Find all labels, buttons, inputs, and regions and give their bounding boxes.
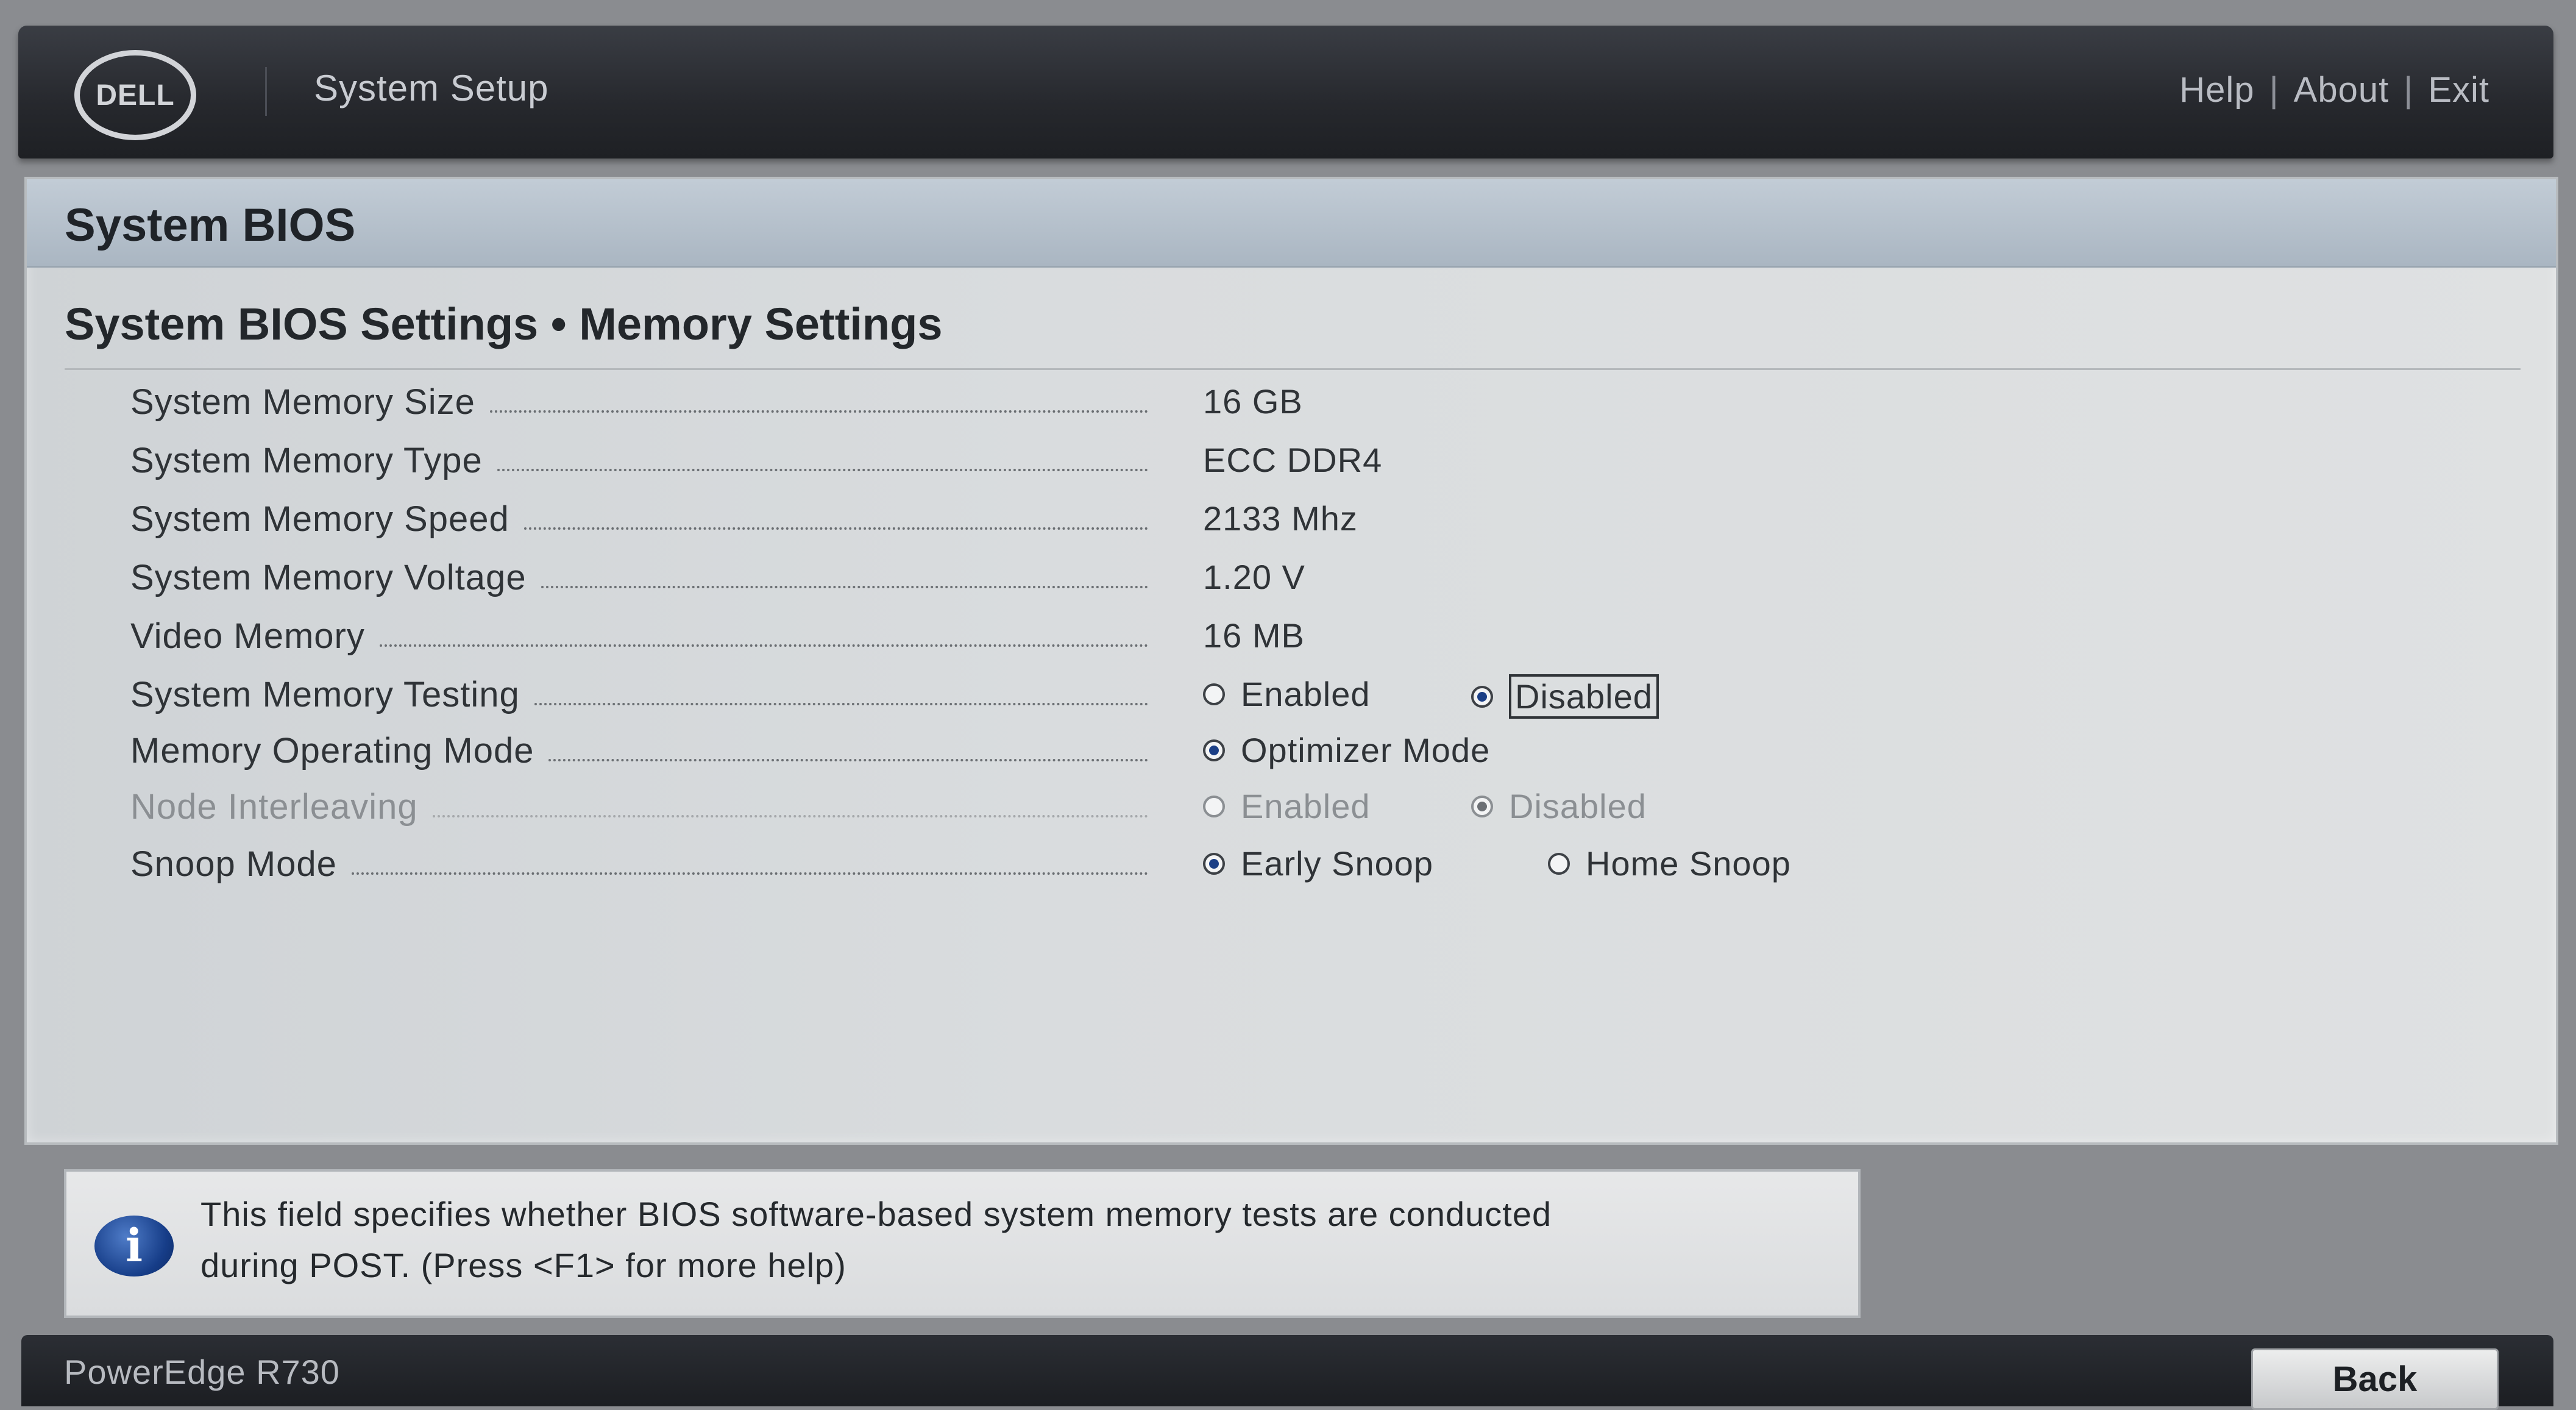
leader-dots	[534, 703, 1148, 705]
radio-label-focused: Disabled	[1509, 674, 1659, 719]
setting-label: Node Interleaving	[130, 787, 418, 827]
dell-logo: DELL	[74, 50, 196, 140]
setting-label: Snoop Mode	[130, 844, 337, 884]
page-title: System BIOS	[65, 199, 356, 251]
setting-row-memory-speed: System Memory Speed 2133 Mhz	[106, 499, 2483, 554]
leader-dots	[351, 872, 1148, 875]
footer-bar: PowerEdge R730 Back	[21, 1335, 2553, 1410]
setting-value: 1.20 V	[1203, 558, 1305, 596]
leader-dots	[432, 815, 1148, 817]
setting-label: System Memory Testing	[130, 675, 520, 714]
setting-value: 16 MB	[1203, 616, 1305, 655]
radio-option-enabled: Enabled	[1203, 786, 1371, 826]
divider	[65, 368, 2521, 370]
setting-row-operating-mode: Memory Operating Mode Optimizer Mode	[106, 730, 2483, 785]
top-nav: Help | About | Exit	[2179, 69, 2489, 110]
setting-label: Memory Operating Mode	[130, 731, 534, 771]
about-link[interactable]: About	[2294, 69, 2390, 110]
radio-label: Enabled	[1241, 675, 1371, 713]
setting-value: 2133 Mhz	[1203, 499, 1358, 538]
nav-separator: |	[2269, 70, 2279, 110]
help-box: i This field specifies whether BIOS soft…	[64, 1169, 1861, 1318]
radio-button	[1203, 795, 1225, 817]
setting-row-memory-type: System Memory Type ECC DDR4	[106, 440, 2483, 495]
radio-option-disabled[interactable]: Disabled	[1471, 674, 1659, 719]
radio-label: Disabled	[1509, 787, 1647, 825]
leader-dots	[379, 644, 1148, 647]
help-text-line: This field specifies whether BIOS softwa…	[200, 1195, 1552, 1233]
setting-label: System Memory Size	[130, 382, 475, 422]
leader-dots	[523, 527, 1148, 530]
radio-label: Home Snoop	[1586, 844, 1791, 883]
app-title: System Setup	[314, 68, 549, 109]
leader-dots	[497, 469, 1148, 471]
radio-button-selected[interactable]	[1203, 739, 1225, 761]
radio-option-disabled: Disabled	[1471, 786, 1647, 826]
dell-logo-text: DELL	[96, 79, 175, 112]
radio-label: Enabled	[1241, 787, 1371, 825]
setting-label: System Memory Voltage	[130, 558, 527, 597]
settings-panel: System BIOS System BIOS Settings • Memor…	[24, 177, 2558, 1145]
leader-dots	[548, 759, 1148, 761]
nav-separator: |	[2404, 70, 2414, 110]
radio-label: Optimizer Mode	[1241, 731, 1491, 769]
radio-button[interactable]	[1548, 852, 1570, 875]
section-header: System BIOS	[27, 179, 2556, 268]
radio-button[interactable]	[1203, 683, 1225, 705]
help-text: This field specifies whether BIOS softwa…	[200, 1189, 1834, 1291]
radio-option-home-snoop[interactable]: Home Snoop	[1548, 844, 1791, 883]
setting-row-memory-size: System Memory Size 16 GB	[106, 382, 2483, 436]
exit-link[interactable]: Exit	[2428, 69, 2489, 110]
setting-label: System Memory Speed	[130, 499, 509, 539]
header-divider	[265, 67, 267, 116]
top-header-bar: DELL System Setup Help | About | Exit	[18, 26, 2553, 158]
system-model: PowerEdge R730	[64, 1353, 340, 1391]
setting-row-node-interleaving: Node Interleaving Enabled Disabled	[106, 786, 2483, 841]
setting-label: Video Memory	[130, 616, 365, 656]
back-button[interactable]: Back	[2251, 1348, 2499, 1410]
help-link[interactable]: Help	[2179, 69, 2254, 110]
help-text-line: during POST. (Press <F1> for more help)	[200, 1246, 846, 1284]
setting-row-video-memory: Video Memory 16 MB	[106, 616, 2483, 671]
setting-row-memory-voltage: System Memory Voltage 1.20 V	[106, 557, 2483, 612]
setting-value: ECC DDR4	[1203, 441, 1383, 479]
info-icon: i	[94, 1216, 174, 1276]
setting-value: 16 GB	[1203, 382, 1303, 421]
setting-row-snoop-mode: Snoop Mode Early Snoop Home Snoop	[106, 844, 2483, 899]
breadcrumb: System BIOS Settings • Memory Settings	[65, 299, 943, 349]
radio-button-selected[interactable]	[1471, 685, 1493, 708]
radio-option-early-snoop[interactable]: Early Snoop	[1203, 844, 1433, 883]
radio-label: Early Snoop	[1241, 844, 1434, 883]
radio-button-selected	[1471, 795, 1493, 817]
setting-row-memory-testing: System Memory Testing Enabled Disabled	[106, 674, 2483, 729]
setting-label: System Memory Type	[130, 441, 483, 480]
radio-button-selected[interactable]	[1203, 852, 1225, 875]
leader-dots	[541, 586, 1148, 588]
leader-dots	[489, 410, 1148, 413]
radio-option-enabled[interactable]: Enabled	[1203, 674, 1371, 714]
radio-option-optimizer-mode[interactable]: Optimizer Mode	[1203, 730, 1490, 770]
